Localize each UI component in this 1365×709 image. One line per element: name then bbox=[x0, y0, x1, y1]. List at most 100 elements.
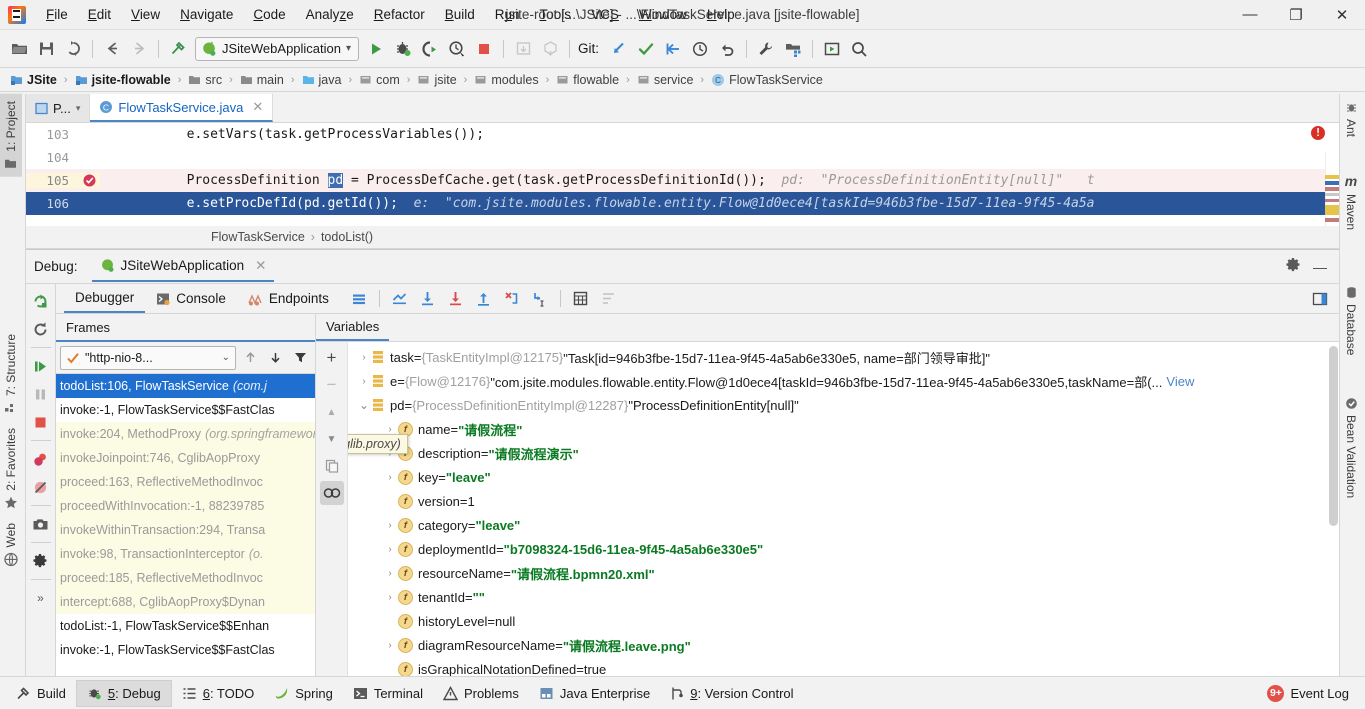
settings-gear-icon[interactable] bbox=[28, 548, 54, 574]
sidebar-item-ant[interactable]: Ant bbox=[1340, 94, 1362, 144]
sidebar-item-maven[interactable]: m Maven bbox=[1340, 166, 1362, 237]
resume-program-icon[interactable] bbox=[28, 353, 54, 379]
sidebar-item-database[interactable]: Database bbox=[1340, 279, 1362, 362]
status-item-debug[interactable]: 5: Debug bbox=[75, 679, 172, 707]
run-icon[interactable] bbox=[363, 36, 389, 62]
build-icon[interactable] bbox=[165, 36, 191, 62]
chevron-right-icon[interactable]: › bbox=[382, 472, 398, 483]
step-out-icon[interactable] bbox=[471, 286, 497, 312]
scroll-up-icon[interactable]: ▲ bbox=[320, 400, 344, 424]
step-into-icon[interactable] bbox=[443, 286, 469, 312]
run-with-coverage-icon[interactable] bbox=[417, 36, 443, 62]
close-icon[interactable]: ✕ bbox=[255, 258, 266, 274]
stop-icon[interactable] bbox=[471, 36, 497, 62]
git-commit-icon[interactable] bbox=[633, 36, 659, 62]
status-item-build[interactable]: Build bbox=[6, 681, 76, 706]
variable-row[interactable]: › f key = "leave" bbox=[348, 465, 1339, 489]
settings-wrench-icon[interactable] bbox=[753, 36, 779, 62]
chevron-right-icon[interactable]: › bbox=[356, 376, 372, 387]
breadcrumb-item-com[interactable]: com bbox=[355, 72, 404, 88]
settings-icon[interactable] bbox=[1285, 257, 1301, 276]
frame-item[interactable]: todoList:106, FlowTaskService (com.j bbox=[56, 374, 315, 398]
debug-icon[interactable] bbox=[390, 36, 416, 62]
code-line-105[interactable]: 105 ProcessDefinition pd = ProcessDefCac… bbox=[26, 169, 1339, 192]
menu-analyze[interactable]: Analyze bbox=[296, 3, 364, 26]
minimize-tool-window-icon[interactable]: — bbox=[1309, 259, 1331, 275]
search-everywhere-icon[interactable] bbox=[846, 36, 872, 62]
screenshot-icon[interactable] bbox=[28, 511, 54, 537]
scroll-down-icon[interactable]: ▼ bbox=[320, 427, 344, 451]
rerun-icon[interactable] bbox=[28, 288, 54, 314]
restart-frame-icon[interactable] bbox=[28, 316, 54, 342]
sidebar-item-web[interactable]: Web bbox=[0, 516, 22, 573]
menu-view[interactable]: View bbox=[121, 3, 170, 26]
menu-code[interactable]: Code bbox=[243, 3, 295, 26]
code-line-104[interactable]: 104 bbox=[26, 146, 1339, 169]
profile-icon[interactable] bbox=[444, 36, 470, 62]
variables-list[interactable]: › task = {TaskEntityImpl@12175} "Task[id=… bbox=[348, 342, 1339, 676]
editor-tab-flowtaskservice[interactable]: C FlowTaskService.java ✕ bbox=[90, 94, 274, 122]
chevron-down-icon[interactable]: ⌄ bbox=[222, 352, 230, 363]
variable-row[interactable]: › f tenantId = "" bbox=[348, 585, 1339, 609]
frame-item[interactable]: invokeJoinpoint:746, CglibAopProxy bbox=[56, 446, 315, 470]
frame-item[interactable]: invoke:98, TransactionInterceptor (o. bbox=[56, 542, 315, 566]
variable-row[interactable]: f isGraphicalNotationDefined = true bbox=[348, 657, 1339, 676]
git-push-icon[interactable] bbox=[660, 36, 686, 62]
chevron-right-icon[interactable]: › bbox=[382, 544, 398, 555]
status-item-java-enterprise[interactable]: Java Enterprise bbox=[529, 681, 660, 706]
breadcrumb-item-java[interactable]: java bbox=[298, 72, 346, 88]
step-over-icon[interactable] bbox=[415, 286, 441, 312]
git-history-icon[interactable] bbox=[687, 36, 713, 62]
breadcrumb-method[interactable]: todoList() bbox=[321, 230, 373, 244]
minimize-button[interactable]: — bbox=[1227, 0, 1273, 30]
more-icon[interactable]: » bbox=[28, 585, 54, 611]
chevron-down-icon[interactable]: ⌄ bbox=[356, 398, 372, 412]
breakpoint-verified-icon[interactable] bbox=[78, 173, 100, 188]
status-item-terminal[interactable]: Terminal bbox=[343, 681, 433, 706]
breadcrumb-item-jsite[interactable]: JSite bbox=[6, 72, 61, 88]
menu-vcs[interactable]: VCS bbox=[581, 3, 629, 26]
save-all-icon[interactable] bbox=[33, 36, 59, 62]
variable-row[interactable]: f historyLevel = null bbox=[348, 609, 1339, 633]
frame-item[interactable]: proceed:185, ReflectiveMethodInvoc bbox=[56, 566, 315, 590]
frame-down-icon[interactable] bbox=[264, 347, 286, 369]
variable-row[interactable]: › f name = "请假流程" bbox=[348, 417, 1339, 441]
chevron-right-icon[interactable]: › bbox=[356, 352, 372, 363]
status-item-spring[interactable]: Spring bbox=[264, 681, 343, 706]
code-line-106[interactable]: 106 e.setProcDefId(pd.getId()); e: "com.… bbox=[26, 192, 1339, 215]
update-project-icon[interactable] bbox=[510, 36, 536, 62]
variable-row[interactable]: › f diagramResourceName = "请假流程.leave.png" bbox=[348, 633, 1339, 657]
tab-endpoints[interactable]: Endpoints bbox=[237, 284, 340, 313]
error-count-badge[interactable]: ! bbox=[1311, 126, 1325, 140]
variable-row[interactable]: › f resourceName = "请假流程.bpmn20.xml" bbox=[348, 561, 1339, 585]
drop-frame-icon[interactable] bbox=[499, 286, 525, 312]
frame-item[interactable]: invoke:204, MethodProxy (org.springframew… bbox=[56, 422, 315, 446]
copy-icon[interactable] bbox=[320, 454, 344, 478]
frame-item[interactable]: invokeWithinTransaction:294, Transa bbox=[56, 518, 315, 542]
pause-program-icon[interactable] bbox=[28, 381, 54, 407]
frame-item[interactable]: intercept:688, CglibAopProxy$Dynan bbox=[56, 590, 315, 614]
menu-refactor[interactable]: Refactor bbox=[364, 3, 435, 26]
menu-run[interactable]: Run bbox=[485, 3, 530, 26]
variable-row[interactable]: › f category = "leave" bbox=[348, 513, 1339, 537]
menu-navigate[interactable]: Navigate bbox=[170, 3, 243, 26]
mute-breakpoints-icon[interactable] bbox=[28, 474, 54, 500]
status-item-problems[interactable]: Problems bbox=[433, 681, 529, 706]
sidebar-item-bean-validation[interactable]: Bean Validation bbox=[1340, 390, 1362, 505]
add-watch-icon[interactable]: + bbox=[320, 346, 344, 370]
sort-icon[interactable] bbox=[596, 286, 622, 312]
breadcrumb-item-src[interactable]: src bbox=[184, 72, 226, 88]
forward-icon[interactable] bbox=[126, 36, 152, 62]
close-button[interactable]: ✕ bbox=[1319, 0, 1365, 30]
event-log-button[interactable]: 9+ Event Log bbox=[1257, 680, 1359, 707]
thread-selector[interactable]: "http-nio-8... ⌄ bbox=[60, 345, 236, 370]
sidebar-item-favorites[interactable]: 2: Favorites bbox=[0, 421, 22, 517]
breadcrumb-item-flowable[interactable]: flowable bbox=[552, 72, 623, 88]
editor-tab-project[interactable]: P... ▾ bbox=[26, 94, 91, 122]
chevron-right-icon[interactable]: › bbox=[382, 592, 398, 603]
breadcrumb-class[interactable]: FlowTaskService bbox=[211, 230, 305, 244]
breadcrumb-item-jsite-flowable[interactable]: jsite-flowable bbox=[71, 72, 175, 88]
status-item-version-control[interactable]: 9: Version Control bbox=[660, 681, 803, 706]
code-line-103[interactable]: 103 e.setVars(task.getProcessVariables()… bbox=[26, 123, 1339, 146]
breadcrumb-item-service[interactable]: service bbox=[633, 72, 698, 88]
